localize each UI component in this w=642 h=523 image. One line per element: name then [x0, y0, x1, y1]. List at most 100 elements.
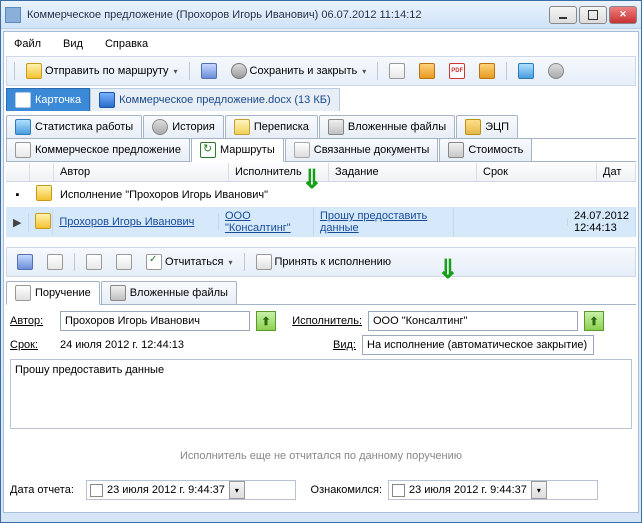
- route-icon: [200, 142, 216, 158]
- tb-doc-button[interactable]: [384, 60, 410, 82]
- action-icon: [479, 63, 495, 79]
- report-date-label: Дата отчета:: [10, 484, 80, 496]
- app-icon: [5, 7, 21, 23]
- executor-open-button[interactable]: [584, 311, 604, 331]
- doc-icon: [116, 254, 132, 270]
- app-window: Коммерческое предложение (Прохоров Игорь…: [0, 0, 642, 523]
- body-textarea[interactable]: [10, 359, 632, 429]
- tab-correspondence[interactable]: Переписка: [225, 115, 318, 138]
- assignment-form: Автор: Исполнитель: Срок: 24 июля 2012 г…: [6, 305, 636, 510]
- tabs-lower: Коммерческое предложение Маршруты Связан…: [6, 138, 636, 162]
- row-task[interactable]: Прошу предоставить данные: [320, 210, 427, 234]
- tb-ext2-button[interactable]: [543, 60, 569, 82]
- pdf-icon: PDF: [449, 63, 465, 79]
- minimize-button[interactable]: [549, 6, 577, 24]
- filetab-card[interactable]: Карточка: [6, 88, 90, 111]
- history-icon: [152, 119, 168, 135]
- filetab-attachment[interactable]: Коммерческое предложение.docx (13 КБ): [90, 88, 340, 111]
- clip-icon: [328, 119, 344, 135]
- doc-icon: [47, 254, 63, 270]
- lock-icon: [465, 119, 481, 135]
- tab-offer[interactable]: Коммерческое предложение: [6, 138, 190, 161]
- close-button[interactable]: ✕: [609, 6, 637, 24]
- menu-view[interactable]: Вид: [63, 38, 83, 50]
- arrow-indicator-2: ⇓: [437, 254, 459, 285]
- tab-assignment-attachments[interactable]: Вложенные файлы: [101, 281, 237, 304]
- envelope-icon: [35, 213, 51, 229]
- author-open-button[interactable]: [256, 311, 276, 331]
- tb2-doc2[interactable]: [81, 251, 107, 273]
- tab-routes[interactable]: Маршруты: [191, 138, 284, 162]
- executor-label: Исполнитель:: [282, 315, 362, 327]
- tb2-doc3[interactable]: [111, 251, 137, 273]
- page-icon: [419, 63, 435, 79]
- tb2-doc1[interactable]: [42, 251, 68, 273]
- author-label: Автор:: [10, 315, 54, 327]
- tab-attachments[interactable]: Вложенные файлы: [319, 115, 455, 138]
- group-title: Исполнение "Прохоров Игорь Иванович": [54, 186, 636, 204]
- report-date-checkbox[interactable]: [90, 484, 103, 497]
- accept-button[interactable]: Принять к исполнению: [251, 251, 396, 273]
- save-and-close-button[interactable]: Сохранить и закрыть: [226, 60, 372, 82]
- task-icon: [256, 254, 272, 270]
- envelope-icon: [36, 185, 52, 201]
- envelope-icon: [26, 63, 42, 79]
- list-row-selected[interactable]: ▶ Прохоров Игорь Иванович ООО "Консалтин…: [6, 207, 636, 237]
- kind-input[interactable]: [362, 335, 594, 355]
- status-text: Исполнитель еще не отчитался по данному …: [10, 432, 632, 480]
- ext2-icon: [548, 63, 564, 79]
- send-by-route-label: Отправить по маршруту: [45, 65, 169, 77]
- col-deadline[interactable]: Срок: [477, 163, 597, 181]
- titlebar: Коммерческое предложение (Прохоров Игорь…: [1, 1, 641, 29]
- tb-ext1-button[interactable]: [513, 60, 539, 82]
- tb-page-button[interactable]: [414, 60, 440, 82]
- menubar: Файл Вид Справка: [6, 34, 636, 54]
- gear-icon: [231, 63, 247, 79]
- executor-input[interactable]: [368, 311, 578, 331]
- ext1-icon: [518, 63, 534, 79]
- col-date[interactable]: Дат: [597, 163, 636, 181]
- tb-pdf-button[interactable]: PDF: [444, 60, 470, 82]
- save-and-close-label: Сохранить и закрыть: [250, 65, 358, 77]
- cost-icon: [448, 142, 464, 158]
- tab-linked-docs[interactable]: Связанные документы: [285, 138, 439, 161]
- tb2-save[interactable]: [12, 251, 38, 273]
- col-author[interactable]: Автор: [54, 163, 229, 181]
- assignment-icon: [15, 285, 31, 301]
- tab-history[interactable]: История: [143, 115, 224, 138]
- save-icon: [201, 63, 217, 79]
- acknowledged-label: Ознакомился:: [302, 484, 382, 496]
- filetab-attachment-label: Коммерческое предложение.docx (13 КБ): [119, 94, 331, 106]
- ack-checkbox[interactable]: [392, 484, 405, 497]
- file-tabbar: Карточка Коммерческое предложение.docx (…: [6, 88, 636, 111]
- deadline-value: 24 июля 2012 г. 12:44:13: [60, 339, 270, 351]
- report-date-dropdown[interactable]: ▾: [229, 481, 245, 499]
- menu-file[interactable]: Файл: [14, 38, 41, 50]
- tb-action-button[interactable]: [474, 60, 500, 82]
- filetab-card-label: Карточка: [35, 94, 81, 106]
- col-task[interactable]: Задание: [329, 163, 477, 181]
- save-button[interactable]: [196, 60, 222, 82]
- menu-help[interactable]: Справка: [105, 38, 148, 50]
- row-date: 24.07.2012 12:44:13: [568, 207, 636, 237]
- kind-label: Вид:: [276, 339, 356, 351]
- offer-icon: [15, 142, 31, 158]
- tab-statistics[interactable]: Статистика работы: [6, 115, 142, 138]
- row-author[interactable]: Прохоров Игорь Иванович: [59, 216, 194, 228]
- maximize-button[interactable]: [579, 6, 607, 24]
- author-input[interactable]: [60, 311, 250, 331]
- stats-icon: [15, 119, 31, 135]
- doc-icon: [86, 254, 102, 270]
- ack-date-value: 23 июля 2012 г. 9:44:37: [409, 484, 527, 496]
- link-icon: [294, 142, 310, 158]
- ack-date-dropdown[interactable]: ▾: [531, 481, 547, 499]
- report-button[interactable]: Отчитаться: [141, 251, 238, 273]
- tab-assignment[interactable]: Поручение: [6, 281, 100, 305]
- tab-signature[interactable]: ЭЦП: [456, 115, 518, 138]
- tab-cost[interactable]: Стоимость: [439, 138, 532, 161]
- deadline-label: Срок:: [10, 339, 54, 351]
- save-icon: [17, 254, 33, 270]
- window-title: Коммерческое предложение (Прохоров Игорь…: [27, 9, 549, 21]
- send-by-route-button[interactable]: Отправить по маршруту: [21, 60, 183, 82]
- row-executor[interactable]: ООО "Консалтинг": [225, 210, 291, 234]
